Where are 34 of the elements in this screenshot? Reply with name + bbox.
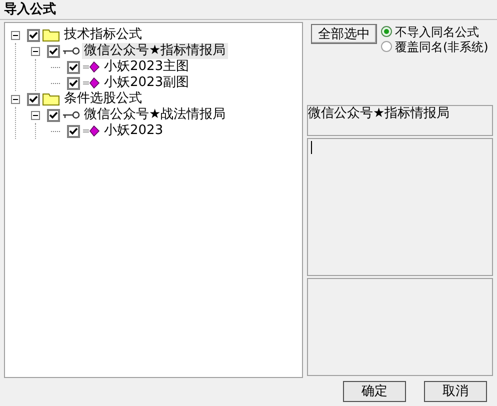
- radio-button[interactable]: [381, 26, 392, 37]
- key-icon: [62, 110, 80, 120]
- checkbox[interactable]: [67, 76, 80, 90]
- expander-icon[interactable]: [31, 46, 40, 56]
- checkbox[interactable]: [27, 28, 40, 42]
- expander-icon[interactable]: [31, 110, 40, 120]
- folder-icon: [42, 28, 60, 42]
- info-panel: 微信公众号★指标情报局: [307, 105, 493, 136]
- tree-item[interactable]: 技术指标公式: [62, 27, 144, 43]
- option-label[interactable]: 覆盖同名(非系统): [395, 38, 488, 56]
- dialog-button[interactable]: 取消: [424, 381, 487, 402]
- gem-icon: [82, 61, 100, 73]
- tree-item[interactable]: 条件选股公式: [62, 91, 144, 107]
- checkbox[interactable]: [47, 44, 60, 58]
- checkbox[interactable]: [67, 124, 80, 138]
- checkbox[interactable]: [27, 92, 40, 106]
- window-title: 导入公式: [4, 0, 56, 19]
- option-label[interactable]: 不导入同名公式: [395, 22, 479, 40]
- tree-item[interactable]: 小妖2023: [102, 123, 166, 139]
- tree-item[interactable]: 微信公众号★战法情报局: [82, 107, 228, 123]
- checkbox[interactable]: [67, 60, 80, 74]
- tree-item[interactable]: 微信公众号★指标情报局: [82, 43, 228, 59]
- gem-icon: [82, 125, 100, 137]
- select-all-button[interactable]: 全部选中: [311, 24, 377, 44]
- key-icon: [62, 46, 80, 56]
- tree-item[interactable]: 小妖2023副图: [102, 75, 192, 91]
- dialog-button[interactable]: 确定: [343, 381, 406, 402]
- expander-icon[interactable]: [11, 94, 20, 104]
- checkbox[interactable]: [47, 108, 60, 122]
- tree-item[interactable]: 小妖2023主图: [102, 59, 192, 75]
- expander-icon[interactable]: [11, 30, 20, 40]
- folder-icon: [42, 92, 60, 106]
- gem-icon: [82, 77, 100, 89]
- radio-button[interactable]: [381, 41, 392, 52]
